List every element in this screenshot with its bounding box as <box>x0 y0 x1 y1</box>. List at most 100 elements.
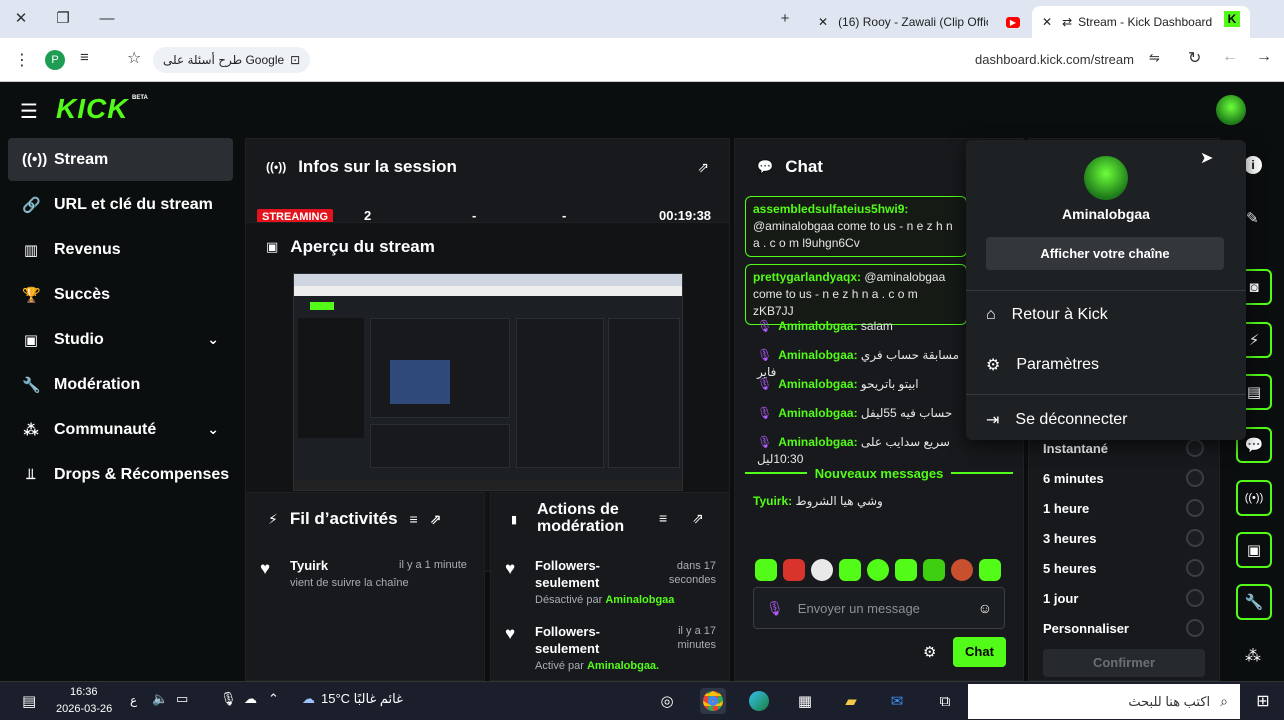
emote-icon[interactable] <box>979 559 1001 581</box>
taskbar-edge-button[interactable] <box>746 688 772 714</box>
google-lens-pill[interactable]: طرح أسئلة على Google ⊡ <box>153 47 311 73</box>
community-icon[interactable]: ⁂ <box>1245 646 1261 666</box>
battery-icon[interactable]: ▭ <box>176 691 188 707</box>
emoji-icon[interactable]: ☺ <box>978 600 992 616</box>
emote-icon[interactable] <box>895 559 917 581</box>
emote-icon[interactable] <box>783 559 805 581</box>
emote-icon[interactable] <box>951 559 973 581</box>
slowmode-radio[interactable] <box>1186 619 1204 637</box>
edge-icon <box>749 691 769 711</box>
close-window-icon[interactable]: ✕ <box>8 8 34 30</box>
task-view-button[interactable]: ⧉ <box>932 688 958 714</box>
url-text[interactable]: dashboard.kick.com/stream <box>975 52 1134 67</box>
sidebar-item-stream[interactable]: ((•)) Stream <box>8 138 233 181</box>
profile-avatar[interactable]: P <box>45 50 65 70</box>
weather-widget[interactable]: ☁ 15°C غائم غالبًا <box>302 691 403 707</box>
chat-highlighted-message[interactable]: prettygarlandyaqx: @aminalobgaa come to … <box>745 264 967 325</box>
sidebar-item-community[interactable]: ⁂ Communauté ⌄ <box>8 408 233 451</box>
taskbar-explorer-button[interactable]: ▰ <box>838 688 864 714</box>
new-messages-divider[interactable]: Nouveaux messages <box>745 464 1013 482</box>
notification-icon[interactable]: ▤ <box>22 692 36 710</box>
forward-icon[interactable]: ← <box>1222 48 1238 66</box>
preview-slowmode <box>608 318 680 468</box>
taskbar-search-box[interactable]: اكتب هنا للبحث ⌕ <box>968 684 1240 719</box>
volume-icon[interactable]: 🔈 <box>152 691 168 707</box>
sidebar-item-stream-key[interactable]: 🔗 URL et clé du stream <box>8 183 233 226</box>
mic-icon[interactable]: 🎙 <box>766 600 784 617</box>
sidebar-item-moderation[interactable]: 🔧 Modération <box>8 363 233 406</box>
tab-youtube[interactable]: ✕ (16) Rooy - Zawali (Clip Officiel) ▶ <box>808 6 1030 38</box>
slowmode-radio[interactable] <box>1186 469 1204 487</box>
emote-icon[interactable] <box>867 559 889 581</box>
preview-address-bar <box>294 286 682 296</box>
close-tab-icon[interactable]: ✕ <box>818 15 828 29</box>
slowmode-radio[interactable] <box>1186 559 1204 577</box>
slowmode-radio[interactable] <box>1186 589 1204 607</box>
popout-icon[interactable]: ⇗ <box>430 511 442 528</box>
chat-message[interactable]: 🎙 Aminalobgaa: salam <box>757 318 979 335</box>
emote-icon[interactable] <box>923 559 945 581</box>
menu-item-logout[interactable]: ⇥ Se déconnecter <box>986 410 1127 430</box>
menu-dots-icon[interactable]: ⋮ <box>14 50 30 70</box>
microphone-icon[interactable]: 🎙 <box>220 691 237 707</box>
sidebar-item-drops[interactable]: ⫫ Drops & Récompenses <box>8 453 233 496</box>
taskbar-outlook-button[interactable]: ✉ <box>884 688 910 714</box>
tab-kick-dashboard[interactable]: ✕ ⇄ Stream - Kick Dashboard <box>1032 6 1250 38</box>
rail-moderation-button[interactable]: 🔧 <box>1236 584 1272 620</box>
back-icon[interactable]: → <box>1256 48 1272 66</box>
taskbar-chrome-button[interactable] <box>700 688 726 714</box>
view-channel-button[interactable]: Afficher votre chaîne <box>986 237 1224 270</box>
stream-preview-video[interactable] <box>293 273 683 491</box>
tray-chevron-up-icon[interactable]: ⌃ <box>268 691 279 707</box>
chat-message[interactable]: Tyuirk: وشي هيا الشروط <box>753 493 975 510</box>
menu-item-back-to-kick[interactable]: ⌂ Retour à Kick <box>986 306 1108 324</box>
emote-icon[interactable] <box>839 559 861 581</box>
emote-icon[interactable] <box>755 559 777 581</box>
close-tab-icon[interactable]: ✕ <box>1042 15 1052 29</box>
sidebar-item-revenue[interactable]: ▥ Revenus <box>8 228 233 271</box>
filter-icon[interactable]: ≡ <box>659 510 667 526</box>
sidebar-item-studio[interactable]: ▣ Studio ⌄ <box>8 318 233 361</box>
bookmark-star-icon[interactable]: ☆ <box>127 48 141 68</box>
slowmode-confirm-button[interactable]: Confirmer <box>1043 649 1205 677</box>
edit-pencil-icon[interactable]: ✎ <box>1246 209 1259 227</box>
chat-settings-gear-icon[interactable]: ⚙ <box>923 643 936 661</box>
site-settings-icon[interactable]: ⇋ <box>1149 50 1160 66</box>
slowmode-radio[interactable] <box>1186 499 1204 517</box>
moderation-actions-panel: ▮ Actions de modération ≡ ⇗ ♥ Followers-… <box>490 492 730 681</box>
start-button[interactable]: ⊞ <box>1250 688 1276 714</box>
kick-logo[interactable]: KICK <box>56 93 128 125</box>
taskbar-app-icon[interactable]: ◎ <box>654 688 680 714</box>
cloud-icon[interactable]: ☁ <box>244 691 257 707</box>
slowmode-radio[interactable] <box>1186 439 1204 457</box>
chat-message[interactable]: 🎙 Aminalobgaa: ابيتو باتريحو <box>757 376 979 393</box>
hamburger-menu-icon[interactable]: ☰ <box>20 99 38 124</box>
minimize-window-icon[interactable]: — <box>94 8 120 30</box>
chat-input[interactable]: 🎙 Envoyer un message ☺ <box>753 587 1005 629</box>
reload-icon[interactable]: ↻ <box>1188 48 1201 68</box>
popout-icon[interactable]: ⇗ <box>692 510 704 527</box>
taskbar-store-button[interactable]: ▦ <box>792 688 818 714</box>
chat-message[interactable]: 🎙 Aminalobgaa: سريع سدايب على 10:30ليل <box>757 434 997 468</box>
filter-icon[interactable]: ≡ <box>410 511 418 527</box>
slowmode-radio[interactable] <box>1186 529 1204 547</box>
rail-studio-button[interactable]: ▣ <box>1236 532 1272 568</box>
community-icon: ⁂ <box>23 421 39 439</box>
user-avatar-button[interactable] <box>1216 95 1246 125</box>
chat-highlighted-message[interactable]: assembledsulfateius5hwi9: @aminalobgaa c… <box>745 196 967 257</box>
popout-icon[interactable]: ⇗ <box>697 159 709 176</box>
sidebar-item-achievements[interactable]: 🏆 Succès <box>8 273 233 316</box>
new-tab-icon[interactable]: + <box>772 8 798 30</box>
rail-broadcast-button[interactable]: ((•)) <box>1236 480 1272 516</box>
language-indicator[interactable]: ع <box>130 693 137 707</box>
clock-time[interactable]: 16:36 <box>70 686 98 698</box>
reading-list-icon[interactable]: ≡ <box>80 49 89 66</box>
emote-icon[interactable] <box>811 559 833 581</box>
clock-date[interactable]: 2026-03-26 <box>56 703 112 715</box>
chat-send-button[interactable]: Chat <box>953 637 1006 667</box>
info-icon[interactable]: i <box>1244 156 1262 174</box>
chat-message[interactable]: 🎙 Aminalobgaa: حساب فيه 55ليفل <box>757 405 979 422</box>
restore-window-icon[interactable]: ❐ <box>50 8 76 30</box>
menu-item-settings[interactable]: ⚙ Paramètres <box>986 355 1099 375</box>
camera-icon: ◙ <box>1249 278 1259 296</box>
